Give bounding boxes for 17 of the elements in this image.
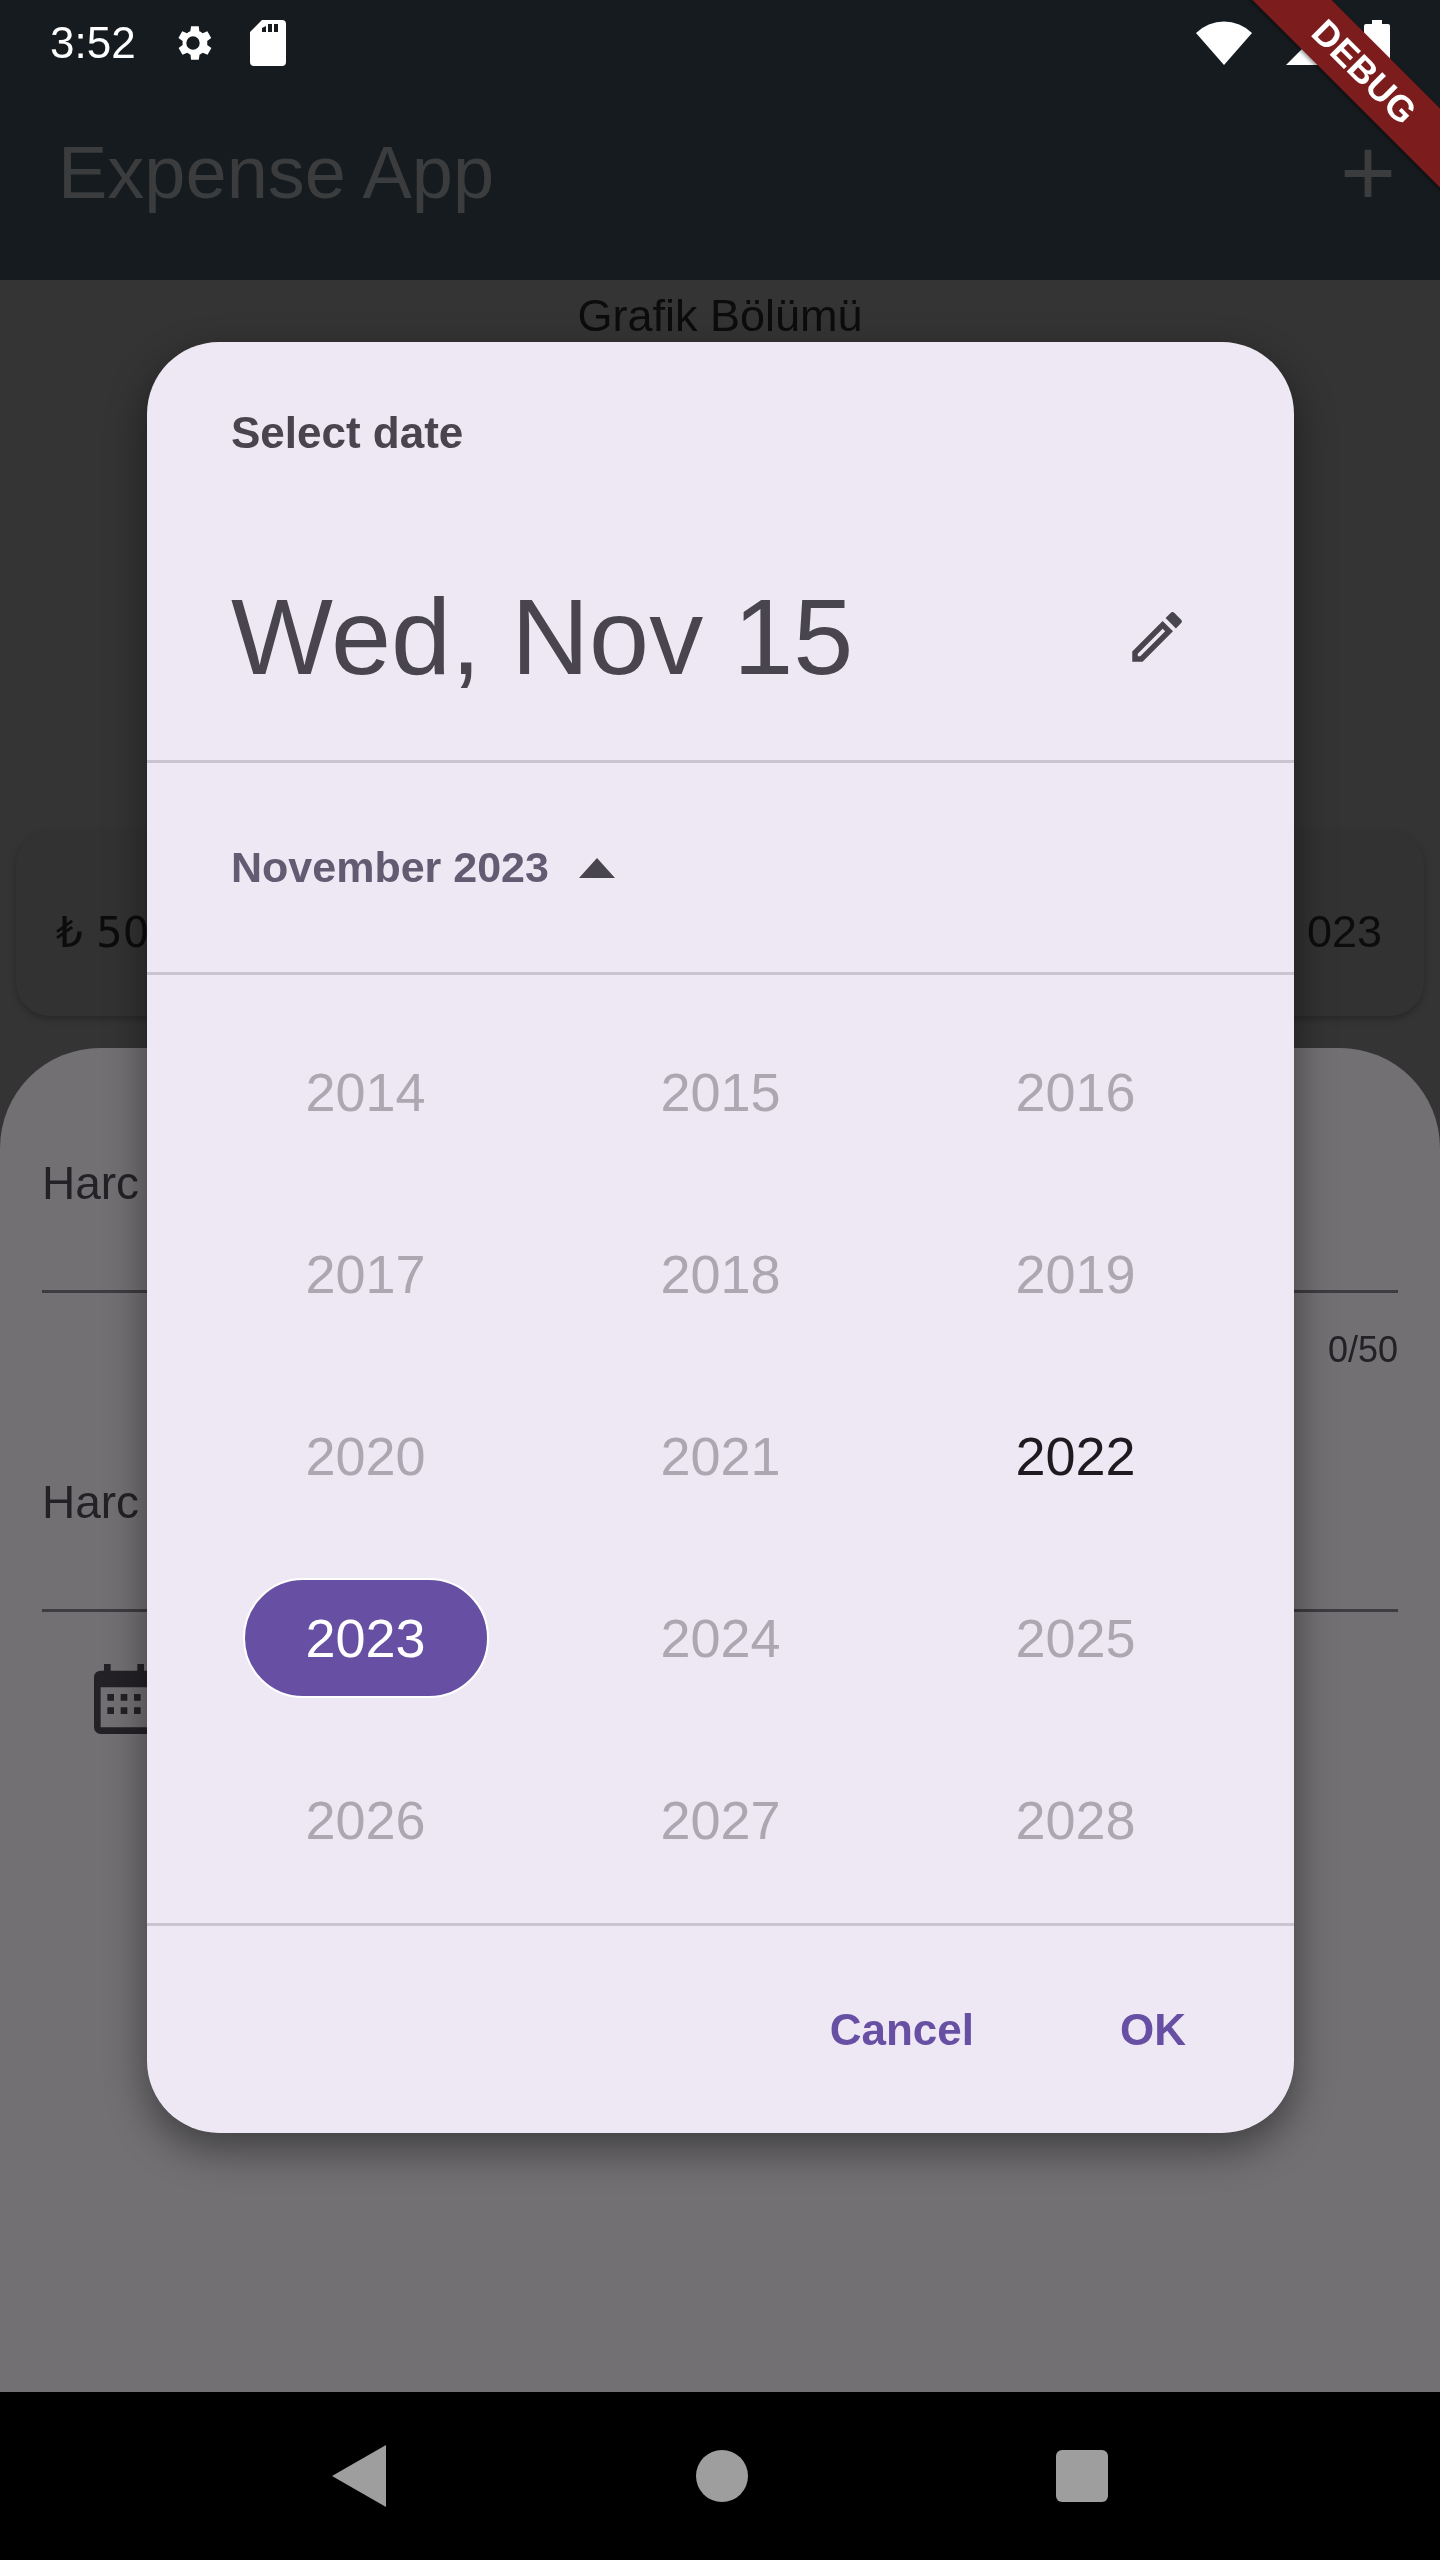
text-field[interactable]: Harc xyxy=(42,1156,140,1210)
cancel-button[interactable]: Cancel xyxy=(801,1984,1002,2075)
home-icon[interactable] xyxy=(696,2450,748,2502)
text-field[interactable]: Harc xyxy=(42,1475,140,1529)
ok-button[interactable]: OK xyxy=(1092,1984,1214,2075)
add-button[interactable]: + xyxy=(1339,124,1396,221)
month-year-selector[interactable]: November 2023 xyxy=(231,843,549,892)
year-option[interactable]: 2023 xyxy=(242,1578,489,1698)
selected-date: Wed, Nov 15 xyxy=(231,575,854,699)
character-counter: 0/50 xyxy=(1327,1329,1398,1371)
wifi-icon xyxy=(1196,20,1252,65)
sd-card-icon xyxy=(249,19,286,66)
status-time: 3:52 xyxy=(50,17,136,68)
back-icon[interactable] xyxy=(332,2445,388,2507)
dialog-header: Select date xyxy=(231,408,465,458)
year-option[interactable]: 2022 xyxy=(952,1396,1199,1516)
caret-up-icon[interactable] xyxy=(578,857,615,878)
